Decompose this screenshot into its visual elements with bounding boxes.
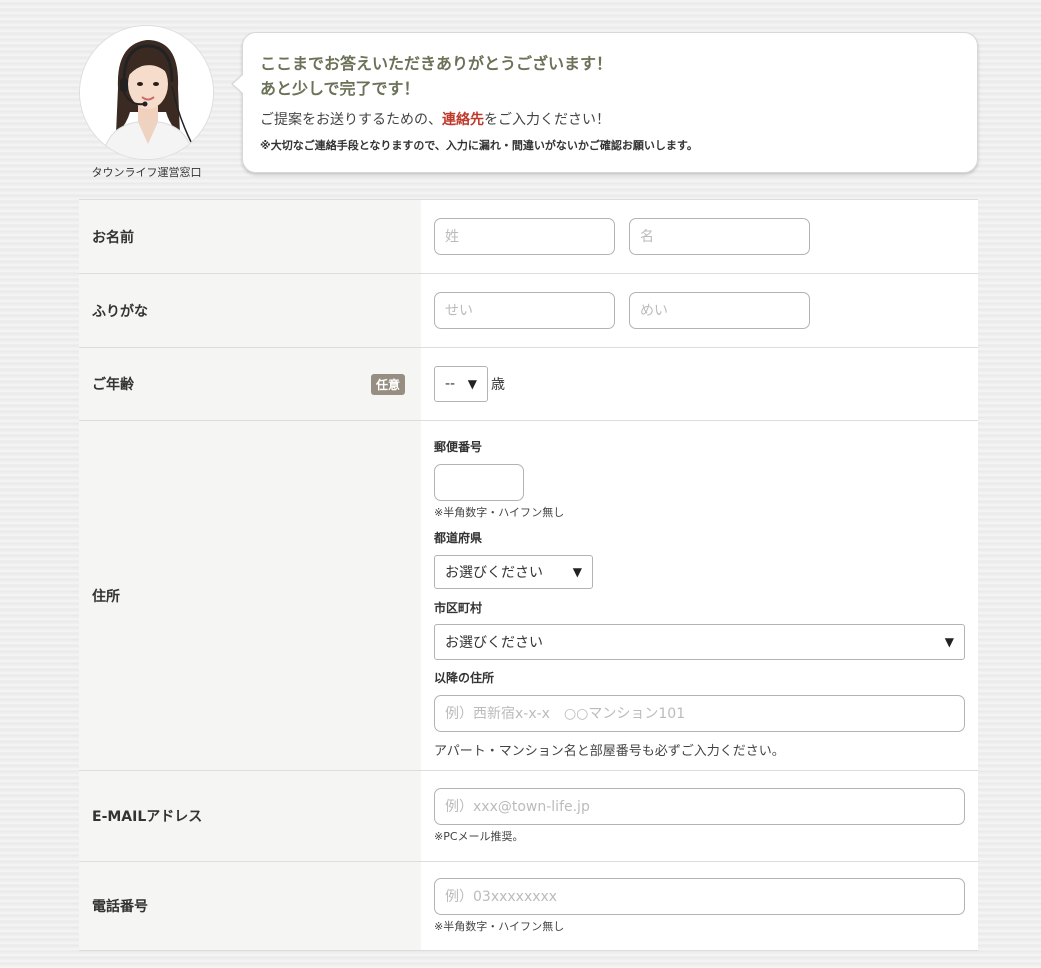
email-note: ※PCメール推奨。 [434,830,524,843]
age-select-value: -- [445,376,456,392]
street-address-hint: アパート・マンション名と部屋番号も必ずご入力ください。 [434,744,785,759]
age-label: ご年齢 [92,377,134,393]
first-name-input[interactable] [629,218,810,255]
row-address: 住所 郵便番号 ※半角数字・ハイフン無し 都道府県 お選びください ▼ 市区町村… [79,420,978,770]
city-label: 市区町村 [434,601,483,615]
bubble-note: ※大切なご連絡手段となりますので、入力に漏れ・間違いがないかご確認お願いします。 [260,139,698,152]
contact-form-page: タウンライフ運営窓口 ここまでお答えいただきありがとうございます！ あと少しで完… [0,0,1041,968]
bubble-title-line1: ここまでお答えいただきありがとうございます！ [260,54,613,73]
city-select-value: お選びください [445,635,543,651]
first-name-kana-input[interactable] [629,292,810,329]
chevron-down-icon: ▼ [467,377,477,391]
contact-form: お名前 ふりがな ご年齢 [79,199,978,951]
name-label: お名前 [92,229,134,246]
row-email: E-MAILアドレス ※PCメール推奨。 [79,770,978,861]
postal-code-note: ※半角数字・ハイフン無し [434,506,565,519]
phone-note: ※半角数字・ハイフン無し [434,920,565,933]
prefecture-label: 都道府県 [434,531,483,545]
row-furigana: ふりがな [79,273,978,347]
postal-code-input[interactable] [434,464,524,501]
prefecture-select-value: お選びください [445,565,543,581]
operator-caption: タウンライフ運営窓口 [91,166,202,179]
contact-highlight: 連絡先 [442,112,484,128]
postal-code-label: 郵便番号 [434,440,483,454]
phone-label: 電話番号 [92,899,148,915]
address-label: 住所 [92,588,120,605]
age-unit: 歳 [491,377,505,393]
email-input[interactable] [434,788,965,825]
row-age: ご年齢 任意 -- ▼ 歳 [79,347,978,420]
street-address-input[interactable] [434,695,965,732]
furigana-label: ふりがな [92,303,148,320]
phone-input[interactable] [434,878,965,915]
operator: タウンライフ運営窓口 [79,25,214,180]
chevron-down-icon: ▼ [572,565,582,579]
last-name-input[interactable] [434,218,615,255]
prefecture-select[interactable]: お選びください ▼ [434,555,593,589]
last-name-kana-input[interactable] [434,292,615,329]
chevron-down-icon: ▼ [944,635,954,649]
row-phone: 電話番号 ※半角数字・ハイフン無し [79,861,978,951]
row-name: お名前 [79,199,978,273]
bubble-title-line2: あと少しで完了です！ [260,79,420,98]
street-address-label: 以降の住所 [434,671,495,685]
operator-avatar [79,25,214,160]
city-select[interactable]: お選びください ▼ [434,624,965,660]
age-select[interactable]: -- ▼ [434,366,488,402]
operator-photo [80,26,213,159]
optional-badge: 任意 [370,373,405,395]
bubble-instruction: ご提案をお送りするための、連絡先をご入力ください！ [260,112,610,128]
email-label: E-MAILアドレス [92,809,203,825]
speech-bubble: ここまでお答えいただきありがとうございます！ あと少しで完了です！ ご提案をお送… [231,32,978,173]
